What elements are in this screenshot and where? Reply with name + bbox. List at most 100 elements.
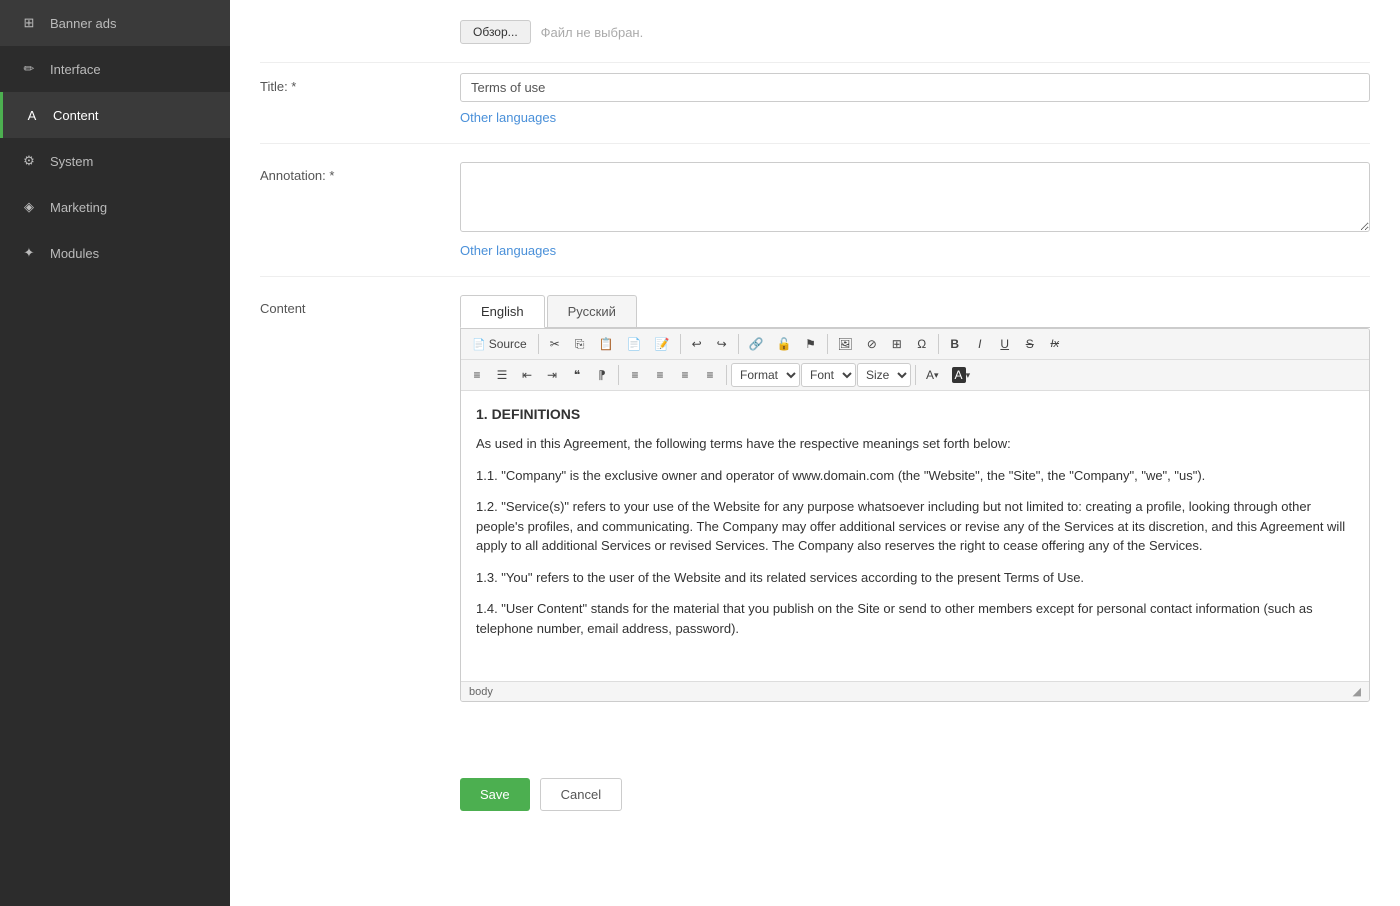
tab-russian[interactable]: Русский: [547, 295, 637, 327]
font-color-arrow: ▾: [934, 370, 939, 381]
file-label: [260, 20, 460, 26]
editor-heading: 1. DEFINITIONS: [476, 406, 1354, 422]
sidebar-item-modules[interactable]: ✦ Modules: [0, 230, 230, 276]
sidebar-item-label: Content: [53, 108, 99, 123]
format-dropdown[interactable]: Format: [731, 363, 800, 387]
separator-5: [938, 334, 939, 354]
align-left-button[interactable]: ≡: [623, 363, 647, 387]
tab-english[interactable]: English: [460, 295, 545, 328]
indent-right-button[interactable]: ⇥: [540, 363, 564, 387]
sidebar-item-label: Modules: [50, 246, 99, 261]
separator-6: [618, 365, 619, 385]
system-icon: ⚙: [20, 152, 38, 170]
strikethrough-button[interactable]: S: [1018, 332, 1042, 356]
editor-body-tag: body: [469, 686, 493, 698]
source-icon: 📄: [472, 338, 486, 351]
title-label: Title: *: [260, 73, 460, 94]
main-content: Обзор... Файл не выбран. Title: * Other …: [230, 0, 1400, 906]
separator-3: [738, 334, 739, 354]
italic-button[interactable]: I: [968, 332, 992, 356]
sidebar-item-system[interactable]: ⚙ System: [0, 138, 230, 184]
editor-with-scroll: 1. DEFINITIONS As used in this Agreement…: [461, 391, 1369, 681]
sidebar-item-marketing[interactable]: ◈ Marketing: [0, 184, 230, 230]
special-chars-button[interactable]: Ω: [910, 332, 934, 356]
toolbar-row1: 📄 Source ✂ ⎘ 📋 📄 📝 ↩ ↪ 🔗: [461, 329, 1369, 360]
paste-word-button[interactable]: 📝: [649, 332, 676, 356]
underline-button[interactable]: U: [993, 332, 1017, 356]
content-field: English Русский 📄 Source ✂ ⎘ 📋: [460, 295, 1370, 702]
bg-color-arrow: ▾: [966, 370, 971, 381]
cancel-button[interactable]: Cancel: [540, 778, 622, 811]
sidebar-item-banner-ads[interactable]: ⊞ Banner ads: [0, 0, 230, 46]
file-area: Обзор... Файл не выбран.: [460, 20, 1370, 44]
banner-ads-icon: ⊞: [20, 14, 38, 32]
align-justify-button[interactable]: ≡: [698, 363, 722, 387]
resize-handle: ◢: [1353, 685, 1361, 698]
source-button[interactable]: 📄 Source: [465, 332, 534, 356]
font-dropdown[interactable]: Font: [801, 363, 856, 387]
unordered-list-button[interactable]: ☰: [490, 363, 514, 387]
undo-button[interactable]: ↩: [685, 332, 709, 356]
other-languages-link-1[interactable]: Other languages: [460, 110, 1370, 125]
size-dropdown[interactable]: Size: [857, 363, 911, 387]
separator-7: [726, 365, 727, 385]
sidebar-item-label: Marketing: [50, 200, 107, 215]
paste-button[interactable]: 📋: [593, 332, 620, 356]
image-button[interactable]: 🖼: [832, 332, 859, 356]
marketing-icon: ◈: [20, 198, 38, 216]
annotation-field: Other languages: [460, 162, 1370, 258]
source-label: Source: [489, 337, 527, 351]
content-icon: A: [23, 106, 41, 124]
align-center-button[interactable]: ≡: [648, 363, 672, 387]
redo-button[interactable]: ↪: [710, 332, 734, 356]
separator-4: [827, 334, 828, 354]
table-button[interactable]: ⊞: [885, 332, 909, 356]
cut-button[interactable]: ✂: [543, 332, 567, 356]
content-label: Content: [260, 295, 460, 316]
editor-para-0: As used in this Agreement, the following…: [476, 434, 1354, 454]
action-row: Save Cancel: [430, 758, 1400, 831]
file-placeholder: Файл не выбран.: [541, 25, 644, 40]
sidebar-item-label: System: [50, 154, 93, 169]
annotation-textarea[interactable]: [460, 162, 1370, 232]
save-button[interactable]: Save: [460, 778, 530, 811]
indent-left-button[interactable]: ⇤: [515, 363, 539, 387]
editor-para-2: 1.2. "Service(s)" refers to your use of …: [476, 497, 1354, 556]
interface-icon: ✏: [20, 60, 38, 78]
paste-text-button[interactable]: 📄: [621, 332, 648, 356]
file-field: Обзор... Файл не выбран.: [460, 20, 1370, 52]
unlink-button[interactable]: 🔓: [771, 332, 798, 356]
other-languages-link-2[interactable]: Other languages: [460, 243, 1370, 258]
circle-button[interactable]: ⊘: [860, 332, 884, 356]
bg-color-button[interactable]: A ▾: [946, 363, 977, 387]
form-area: Обзор... Файл не выбран. Title: * Other …: [230, 0, 1400, 758]
sidebar-item-label: Interface: [50, 62, 101, 77]
title-input[interactable]: [460, 73, 1370, 102]
sidebar-item-content[interactable]: A Content: [0, 92, 230, 138]
special-chars2-button[interactable]: ⁋: [590, 363, 614, 387]
font-color-button[interactable]: A ▾: [920, 363, 945, 387]
modules-icon: ✦: [20, 244, 38, 262]
bg-color-icon: A: [952, 367, 966, 383]
clear-format-button[interactable]: Ix: [1043, 332, 1067, 356]
anchor-button[interactable]: ⚑: [799, 332, 823, 356]
sidebar-item-label: Banner ads: [50, 16, 117, 31]
editor-para-4: 1.4. "User Content" stands for the mater…: [476, 599, 1354, 638]
blockquote-button[interactable]: ❝: [565, 363, 589, 387]
ordered-list-button[interactable]: ≡: [465, 363, 489, 387]
browse-button[interactable]: Обзор...: [460, 20, 531, 44]
content-row: Content English Русский 📄 Source: [260, 295, 1370, 720]
content-tabs: English Русский: [460, 295, 1370, 328]
align-right-button[interactable]: ≡: [673, 363, 697, 387]
editor-content[interactable]: 1. DEFINITIONS As used in this Agreement…: [461, 391, 1369, 681]
separator-2: [680, 334, 681, 354]
link-button[interactable]: 🔗: [743, 332, 770, 356]
copy-button[interactable]: ⎘: [568, 332, 592, 356]
sidebar-item-interface[interactable]: ✏ Interface: [0, 46, 230, 92]
bold-button[interactable]: B: [943, 332, 967, 356]
font-color-icon: A: [926, 368, 934, 382]
editor-para-3: 1.3. "You" refers to the user of the Web…: [476, 568, 1354, 588]
separator-8: [915, 365, 916, 385]
title-field: Other languages: [460, 73, 1370, 125]
title-row: Title: * Other languages: [260, 73, 1370, 144]
